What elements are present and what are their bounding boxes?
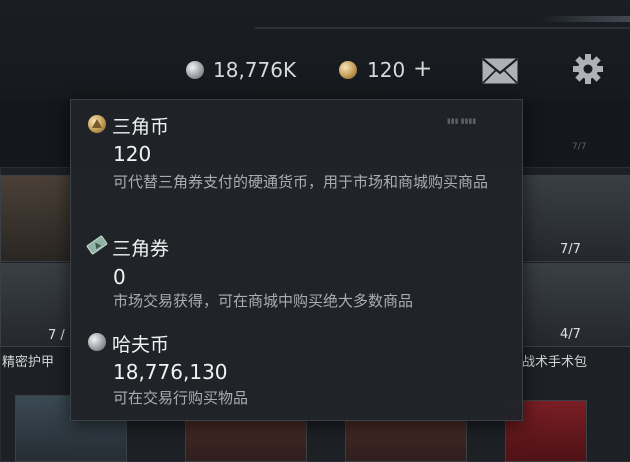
slot-count: 7 / xyxy=(48,328,65,343)
slot-count: 7/7 xyxy=(560,242,581,257)
top-divider xyxy=(255,27,630,29)
haf-balance-text: 18,776K xyxy=(213,58,297,82)
triangle-coin-description: 可代替三角券支付的硬通货币，用于市场和商城购买商品 xyxy=(113,173,489,191)
faint-count-label: 7/7 xyxy=(572,142,587,152)
haf-coin-icon xyxy=(186,61,204,79)
top-bar xyxy=(0,0,630,100)
medkit-slot[interactable] xyxy=(185,418,307,462)
inventory-slot[interactable] xyxy=(0,175,72,262)
mail-icon[interactable] xyxy=(482,58,518,88)
triangle-coin-balance-text: 120 xyxy=(367,58,406,82)
triangle-coin-icon xyxy=(88,115,106,133)
haf-coin-icon xyxy=(88,333,106,351)
faint-bg-text: ▮▮▮ ▮▮▮▮ xyxy=(447,117,477,125)
haf-coin-title: 哈夫币 xyxy=(112,334,170,356)
triangle-ticket-title: 三角券 xyxy=(112,238,170,260)
triangle-coin-title: 三角币 xyxy=(112,116,170,138)
haf-coin-value: 18,776,130 xyxy=(113,360,228,384)
gear-icon[interactable] xyxy=(572,53,604,89)
item-label: 战术手术包 xyxy=(522,355,588,370)
top-glow xyxy=(540,16,630,22)
triangle-coin-value: 120 xyxy=(113,142,152,166)
slot-count: 4/7 xyxy=(560,327,581,342)
triangle-ticket-icon xyxy=(85,235,109,259)
triangle-ticket-description: 市场交易获得，可在商城中购买绝大多数商品 xyxy=(113,292,414,310)
triangle-ticket-value: 0 xyxy=(113,265,126,289)
haf-coin-description: 可在交易行购买物品 xyxy=(113,389,249,407)
add-currency-button[interactable]: + xyxy=(413,56,432,82)
currency-tooltip: ▮▮▮ ▮▮▮▮ 三角币 120 可代替三角券支付的硬通货币，用于市场和商城购买… xyxy=(70,99,523,421)
medkit-slot[interactable] xyxy=(345,418,467,462)
item-label: 精密护甲 xyxy=(2,355,55,370)
triangle-coin-icon xyxy=(339,61,357,79)
